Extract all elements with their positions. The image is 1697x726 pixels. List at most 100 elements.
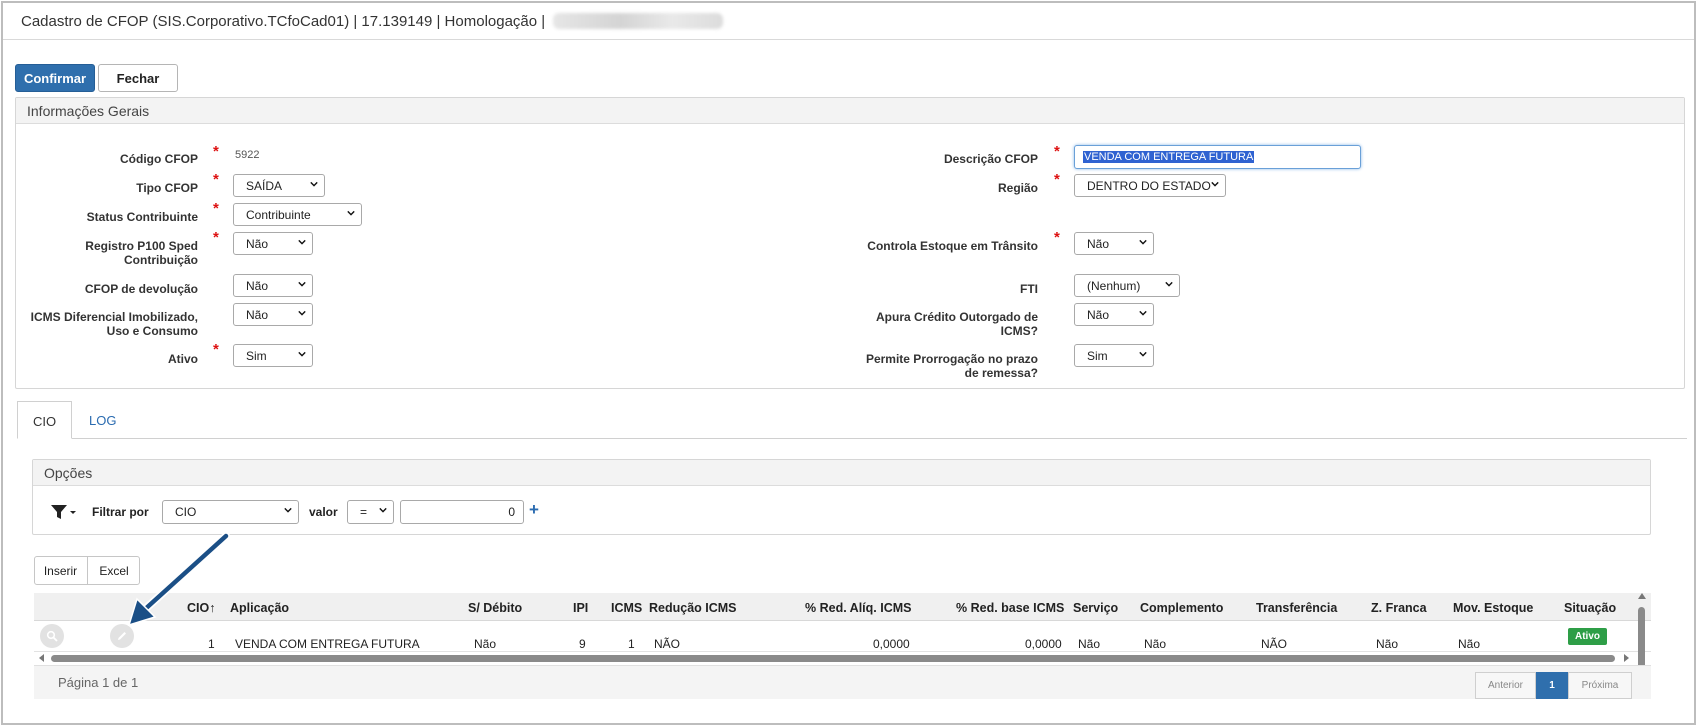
devolucao-select[interactable]: Não xyxy=(233,274,313,297)
cell-z-franca: Não xyxy=(1376,637,1399,651)
cell-red-base: 0,0000 xyxy=(1025,637,1062,651)
col-reducao-icms[interactable]: Redução ICMS xyxy=(649,601,737,615)
chevron-down-icon xyxy=(1139,351,1147,357)
icms-dif-label: ICMS Diferencial Imobilizado, Uso e Cons… xyxy=(13,310,198,338)
regiao-label: Região xyxy=(997,181,1038,195)
controla-select[interactable]: Não xyxy=(1074,232,1154,255)
pager-bar xyxy=(34,665,1651,699)
filter-value-input[interactable]: 0 xyxy=(400,500,524,524)
cell-red-aliq: 0,0000 xyxy=(873,637,910,651)
ativo-label: Ativo xyxy=(168,352,198,366)
col-red-aliq[interactable]: % Red. Alíq. ICMS xyxy=(805,601,912,615)
cell-s-debito: Não xyxy=(474,637,497,651)
cell-cio: 1 xyxy=(208,637,215,651)
chevron-down-icon xyxy=(298,239,306,245)
regiao-select-value: DENTRO DO ESTADO xyxy=(1087,178,1211,193)
required-mark: * xyxy=(213,200,219,217)
required-mark: * xyxy=(1054,229,1060,246)
icms-dif-label-line1: ICMS Diferencial Imobilizado, xyxy=(30,310,198,324)
permite-label-line1: Permite Prorrogação no prazo xyxy=(865,352,1038,366)
col-z-franca[interactable]: Z. Franca xyxy=(1371,601,1427,615)
cell-aplicacao: VENDA COM ENTREGA FUTURA xyxy=(235,637,420,651)
horizontal-scrollbar[interactable] xyxy=(39,653,1629,663)
prev-page-button[interactable]: Anterior xyxy=(1475,672,1536,699)
apura-select-value: Não xyxy=(1087,307,1110,322)
permite-select-value: Sim xyxy=(1087,348,1108,363)
col-situacao[interactable]: Situação xyxy=(1564,601,1616,615)
apura-label-line1: Apura Crédito Outorgado de xyxy=(876,310,1038,324)
status-select-value: Contribuinte xyxy=(246,207,311,222)
filter-icon[interactable] xyxy=(50,503,78,521)
chevron-down-icon xyxy=(1165,281,1173,287)
icms-dif-select[interactable]: Não xyxy=(233,303,313,326)
chevron-down-icon xyxy=(298,310,306,316)
filter-field-select[interactable]: CIO xyxy=(162,500,299,524)
permite-label-line2: de remessa? xyxy=(964,366,1038,380)
tab-divider xyxy=(17,438,1687,439)
permite-select[interactable]: Sim xyxy=(1074,344,1154,367)
status-badge: Ativo xyxy=(1568,628,1607,645)
registro-label-line2: Contribuição xyxy=(124,253,198,267)
col-ipi[interactable]: IPI xyxy=(573,601,588,615)
scroll-right-icon[interactable] xyxy=(1623,654,1629,662)
fti-label: FTI xyxy=(1020,282,1038,296)
horizontal-scroll-thumb[interactable] xyxy=(51,655,1615,662)
regiao-select[interactable]: DENTRO DO ESTADO xyxy=(1074,174,1226,197)
col-s-debito[interactable]: S/ Débito xyxy=(468,601,522,615)
descricao-label: Descrição CFOP xyxy=(943,152,1038,166)
registro-label-line1: Registro P100 Sped xyxy=(85,239,198,253)
col-servico[interactable]: Serviço xyxy=(1073,601,1118,615)
chevron-down-icon xyxy=(298,281,306,287)
tab-log[interactable]: LOG xyxy=(89,401,129,439)
tipo-select-value: SAÍDA xyxy=(246,178,283,193)
options-header: Opções xyxy=(33,460,1650,486)
col-red-base[interactable]: % Red. base ICMS xyxy=(956,601,1064,615)
ativo-select[interactable]: Sim xyxy=(233,344,313,367)
cell-icms: 1 xyxy=(628,637,635,651)
col-mov-estoque[interactable]: Mov. Estoque xyxy=(1453,601,1533,615)
scroll-left-icon[interactable] xyxy=(39,654,45,662)
status-select[interactable]: Contribuinte xyxy=(233,203,362,226)
tipo-select[interactable]: SAÍDA xyxy=(233,174,325,197)
registro-select-value: Não xyxy=(246,236,269,251)
tab-cio[interactable]: CIO xyxy=(17,401,72,439)
close-button[interactable]: Fechar xyxy=(98,64,178,92)
scroll-up-icon[interactable] xyxy=(1638,593,1646,599)
controla-select-value: Não xyxy=(1087,236,1110,251)
add-filter-button[interactable]: + xyxy=(529,500,539,520)
apura-label: Apura Crédito Outorgado de ICMS? xyxy=(803,310,1038,338)
view-button[interactable] xyxy=(40,624,64,648)
confirm-button[interactable]: Confirmar xyxy=(15,64,95,92)
registro-select[interactable]: Não xyxy=(233,232,313,255)
col-transferencia[interactable]: Transferência xyxy=(1256,601,1337,615)
col-complemento[interactable]: Complemento xyxy=(1140,601,1223,615)
fti-select[interactable]: (Nenhum) xyxy=(1074,274,1180,297)
chevron-down-icon xyxy=(1139,239,1147,245)
pencil-icon xyxy=(118,632,126,640)
page-1-button[interactable]: 1 xyxy=(1536,672,1568,699)
filter-field-value: CIO xyxy=(175,505,197,519)
col-aplicacao[interactable]: Aplicação xyxy=(230,601,289,615)
required-mark: * xyxy=(213,229,219,246)
cell-ipi: 9 xyxy=(579,637,586,651)
cell-mov-estoque: Não xyxy=(1458,637,1481,651)
icms-dif-select-value: Não xyxy=(246,307,269,322)
next-page-button[interactable]: Próxima xyxy=(1568,672,1632,699)
col-icms[interactable]: ICMS xyxy=(611,601,642,615)
general-info-header: Informações Gerais xyxy=(16,98,1684,124)
chevron-down-icon xyxy=(284,507,292,513)
controla-label: Controla Estoque em Trânsito xyxy=(867,239,1038,253)
chevron-down-icon xyxy=(1211,181,1219,187)
cell-reducao-icms: NÃO xyxy=(654,637,681,651)
devolucao-select-value: Não xyxy=(246,278,269,293)
operator-select[interactable]: = xyxy=(347,500,394,524)
permite-label: Permite Prorrogação no prazo de remessa? xyxy=(803,352,1038,380)
annotation-arrow xyxy=(127,532,230,627)
registro-label: Registro P100 Sped Contribuição xyxy=(43,239,198,267)
apura-select[interactable]: Não xyxy=(1074,303,1154,326)
filter-label: Filtrar por xyxy=(92,505,149,519)
insert-button[interactable]: Inserir xyxy=(34,556,88,585)
descricao-input[interactable]: VENDA COM ENTREGA FUTURA xyxy=(1074,145,1361,169)
status-label: Status Contribuinte xyxy=(86,210,198,224)
chevron-down-icon xyxy=(310,181,318,187)
